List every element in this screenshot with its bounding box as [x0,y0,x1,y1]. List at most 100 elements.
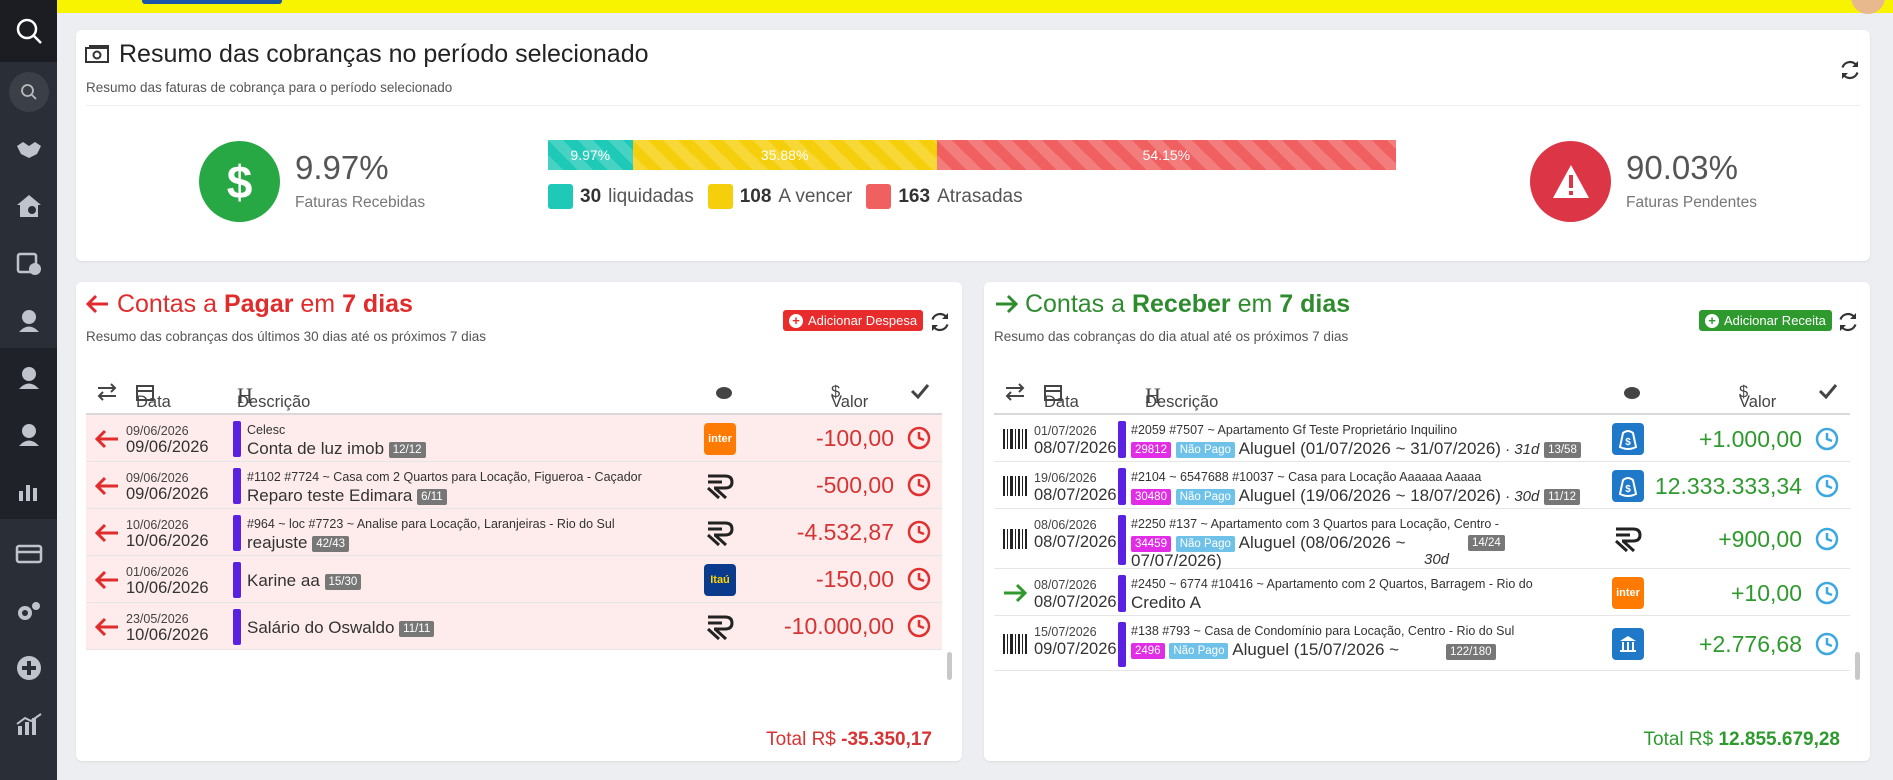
clock-icon[interactable] [1814,580,1840,606]
summary-card: Resumo das cobranças no período selecion… [76,30,1870,261]
row-value: +2.776,68 [1699,630,1802,657]
row-meta: #1102 #7724 ~ Casa com 2 Quartos para Lo… [247,470,642,484]
calendar-clock-icon [16,252,41,275]
receivables-total: Total R$ 12.855.679,28 [1643,729,1841,750]
receivables-title: Contas a Receber em 7 dias [994,290,1350,319]
sidebar-item-tenants[interactable] [0,405,57,462]
transfer-icon[interactable] [96,383,118,401]
table-row[interactable]: 15/07/2026 09/07/2026 #138 #793 ~ Casa de … [994,616,1850,671]
sidebar-search-button[interactable] [0,0,57,62]
refresh-icon[interactable] [1836,310,1860,334]
sidebar-item-finance[interactable] [0,525,57,582]
clock-icon[interactable] [1814,526,1840,552]
arrow-left-icon [94,617,118,637]
barcode-icon[interactable] [1002,528,1028,550]
sidebar-item-properties[interactable] [0,177,57,234]
table-row[interactable]: 09/06/2026 09/06/2026 Celesc Conta de luz i… [86,415,942,462]
refresh-icon[interactable] [928,310,952,334]
table-row[interactable]: 19/06/2026 08/07/2026 #2104 ~ 6547688 #100… [994,462,1850,509]
installment-badge: 12/12 [388,441,426,458]
barcode-icon[interactable] [1002,475,1028,497]
credit-card-icon [15,544,42,563]
column-description[interactable]: H Descrição [1145,383,1218,411]
progress-segment-late: 54.15% [936,140,1396,170]
row-description: 29812 Não Pago Aluguel (01/07/2026 ~ 31/… [1131,439,1581,459]
column-value[interactable]: $ Valor [1739,383,1776,411]
arrow-right-icon [1004,583,1028,603]
row-description: Karine aa 15/30 [247,571,362,591]
plus-circle-icon [16,655,41,680]
description-text: Karine aa [247,571,320,590]
money-bill-icon [85,44,109,63]
table-row[interactable]: 01/06/2026 10/06/2026 Karine aa 15/30 Itaú -… [86,556,942,603]
barcode-icon[interactable] [1002,633,1028,655]
payment-date: 08/07/2026 [1034,593,1117,611]
clock-icon[interactable] [1814,426,1840,452]
sidebar-quick-search[interactable] [8,72,49,112]
check-icon[interactable] [1818,383,1838,399]
sidebar-item-people[interactable] [0,291,57,348]
sidebar-item-calendar[interactable] [0,234,57,291]
scrollbar[interactable] [1855,652,1860,680]
sidebar-item-deals[interactable] [0,120,57,177]
category-bar [233,468,241,504]
clock-icon[interactable] [906,472,932,498]
table-row[interactable]: 23/05/2026 10/06/2026 Salário do Oswaldo 1… [86,603,942,650]
table-row[interactable]: 08/07/2026 08/07/2026 #2450 ~ 6774 #10416 … [994,569,1850,616]
pending-percentage: 90.03% [1626,149,1738,186]
clock-icon[interactable] [1814,631,1840,657]
row-description: 34459 Não Pago Aluguel (08/06/2026 ~ [1131,533,1406,553]
transfer-icon[interactable] [1004,383,1026,401]
category-bar [1118,468,1126,505]
days-text: · 31d [1500,441,1540,458]
row-description: 30480 Não Pago Aluguel (19/06/2026 ~ 18/… [1131,486,1580,506]
payables-total: Total R$ -35.350,17 [766,729,932,750]
row-meta: #138 #793 ~ Casa de Condomínio para Loca… [1131,624,1515,638]
clock-icon[interactable] [906,566,932,592]
sidebar-item-settings[interactable] [0,582,57,639]
handshake-icon [16,141,41,158]
table-row[interactable]: 10/06/2026 10/06/2026 #964 ~ loc #7723 ~ A… [86,509,942,556]
column-account[interactable] [714,383,734,401]
clock-icon[interactable] [906,519,932,545]
refresh-icon[interactable] [1838,58,1862,82]
scrollbar[interactable] [947,652,952,680]
arrow-right-icon [996,294,1019,314]
divider [86,105,1860,106]
check-icon[interactable] [910,383,930,399]
sidebar-item-reports[interactable] [0,462,57,519]
column-date[interactable]: Data [136,383,171,411]
app-logo[interactable] [142,0,282,4]
table-row[interactable]: 01/07/2026 08/07/2026 #2059 #7507 ~ Aparta… [994,415,1850,462]
search-icon [16,18,42,44]
status-badge: Não Pago [1175,535,1235,552]
clock-icon[interactable] [1814,473,1840,499]
column-account[interactable] [1622,383,1642,401]
sidebar-item-add[interactable] [0,639,57,696]
clock-icon[interactable] [906,613,932,639]
payment-date: 09/06/2026 [126,485,209,503]
avatar[interactable] [1851,0,1885,14]
description-text: reajuste [247,533,308,552]
barcode-icon[interactable] [1002,428,1028,450]
due-date: 01/06/2026 [126,565,189,579]
bank-r-icon [704,611,736,643]
due-date: 08/06/2026 [1034,518,1097,532]
add-expense-button[interactable]: + Adicionar Despesa [783,310,924,331]
column-description[interactable]: H Descrição [237,383,310,411]
sidebar-item-owners[interactable] [0,348,57,405]
sidebar-item-analytics[interactable] [0,696,57,753]
category-bar [233,562,241,598]
table-row[interactable]: 09/06/2026 09/06/2026 #1102 #7724 ~ Casa c… [86,462,942,509]
top-bar [57,0,1893,14]
table-row[interactable]: 08/06/2026 08/07/2026 #2250 #137 ~ Apartam… [994,509,1850,570]
status-progress-bar: 9.97% 35.88% 54.15% [548,140,1396,170]
bank-inter-icon: inter [704,423,736,455]
clock-icon[interactable] [906,425,932,451]
invoice-id-badge: 34459 [1131,535,1171,552]
column-date[interactable]: Data [1044,383,1079,411]
column-value[interactable]: $ Valor [831,383,868,411]
add-revenue-button[interactable]: + Adicionar Receita [1699,310,1832,331]
status-badge: Não Pago [1175,441,1235,458]
row-meta: #2104 ~ 6547688 #10037 ~ Casa para Locaç… [1131,470,1482,484]
